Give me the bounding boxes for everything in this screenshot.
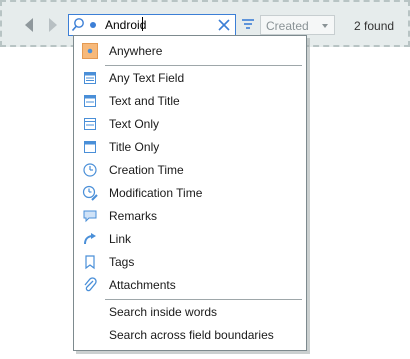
menu-item-label: Tags [109,255,135,269]
menu-item-remarks[interactable]: Remarks [77,205,303,227]
sort-select[interactable]: Created [260,15,335,35]
tag-icon [85,255,95,270]
text-only-icon [84,118,96,130]
sort-icon [242,19,254,29]
anywhere-icon [82,43,98,59]
menu-item-label: Attachments [109,278,176,292]
search-scope-menu: Anywhere Any Text Field Text and Title T… [73,35,307,351]
menu-item-label: Creation Time [109,163,184,177]
menu-item-tags[interactable]: Tags [77,251,303,273]
close-icon [218,19,230,31]
forward-button[interactable] [45,15,61,35]
search-box [68,14,236,36]
menu-item-label: Any Text Field [109,71,185,85]
search-mode-button[interactable] [71,17,101,33]
menu-item-label: Text Only [109,117,160,131]
menu-item-text-only[interactable]: Text Only [77,113,303,135]
menu-item-creation-time[interactable]: Creation Time [77,159,303,181]
arrow-left-icon [25,18,33,32]
menu-option-search-across-fields[interactable]: Search across field boundaries [77,324,303,346]
menu-option-search-inside-words[interactable]: Search inside words [77,301,303,323]
clock-icon [83,163,97,177]
link-icon [84,233,96,245]
sort-select-value: Created [266,19,309,33]
menu-item-label: Link [109,232,132,246]
paperclip-icon [84,277,97,292]
menu-item-any-text-field[interactable]: Any Text Field [77,67,303,89]
result-count: 2 found [354,19,395,33]
menu-item-label: Title Only [109,140,160,154]
title-only-icon [84,141,96,153]
menu-separator [105,299,302,300]
menu-item-anywhere[interactable]: Anywhere [77,40,303,62]
menu-separator [105,65,302,66]
speech-bubble-icon [83,210,97,223]
clear-search-button[interactable] [216,17,232,33]
menu-item-label: Anywhere [109,44,163,58]
menu-item-label: Modification Time [109,186,203,200]
menu-item-label: Search inside words [109,305,218,319]
menu-item-link[interactable]: Link [77,228,303,250]
chevron-down-icon [322,24,328,28]
arrow-right-icon [49,18,57,32]
menu-item-attachments[interactable]: Attachments [77,274,303,296]
back-button[interactable] [21,15,37,35]
menu-item-label: Search across field boundaries [109,328,274,342]
search-input[interactable] [105,17,211,33]
menu-item-label: Text and Title [109,94,180,108]
clock-edit-icon [82,185,98,201]
menu-item-title-only[interactable]: Title Only [77,136,303,158]
sort-button[interactable] [241,17,255,33]
search-icon [71,18,96,32]
text-field-icon [84,72,96,84]
text-title-icon [84,95,96,107]
menu-item-label: Remarks [109,209,158,223]
text-caret [142,17,143,31]
menu-item-text-and-title[interactable]: Text and Title [77,90,303,112]
menu-item-modification-time[interactable]: Modification Time [77,182,303,204]
